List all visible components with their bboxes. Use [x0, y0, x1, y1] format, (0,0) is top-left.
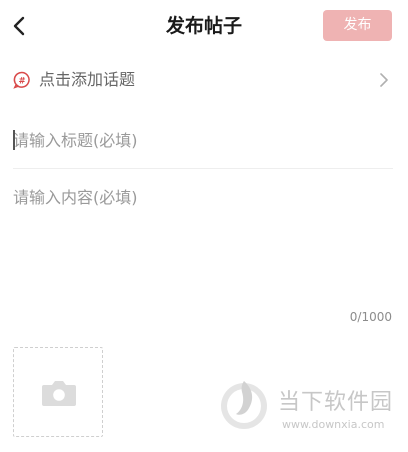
add-topic-label: 点击添加话题 — [39, 70, 136, 89]
title-input[interactable] — [13, 122, 393, 158]
chevron-right-icon — [380, 73, 388, 87]
add-image-button[interactable] — [13, 347, 103, 437]
character-counter: 0/1000 — [349, 310, 392, 324]
title-field-wrapper — [13, 122, 393, 158]
add-topic-row[interactable]: # 点击添加话题 — [0, 60, 408, 100]
content-field-wrapper — [13, 184, 393, 304]
content-textarea[interactable] — [13, 184, 393, 304]
header-bar: 发布帖子 发布 — [0, 0, 408, 52]
downxia-logo — [221, 381, 267, 429]
post-editor-screen: 发布帖子 发布 # 点击添加话题 0/1000 当下软件园 ww — [0, 0, 408, 452]
watermark-name: 当下软件园 — [278, 390, 394, 415]
watermark: 当下软件园 www.downxia.com — [218, 374, 394, 436]
svg-text:#: # — [18, 77, 25, 87]
text-cursor — [13, 130, 15, 150]
hashtag-bubble-icon: # — [13, 71, 30, 89]
divider — [13, 168, 393, 169]
camera-icon — [42, 381, 76, 406]
publish-button[interactable]: 发布 — [323, 10, 392, 41]
watermark-url: www.downxia.com — [282, 418, 385, 431]
